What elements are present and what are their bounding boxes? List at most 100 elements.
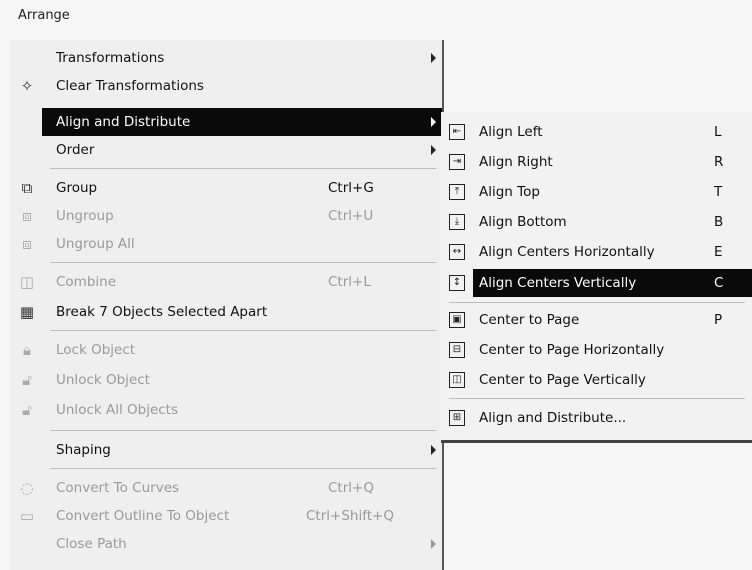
menu-item-label: Combine: [56, 274, 117, 290]
submenu-item-label: Center to Page: [479, 312, 580, 328]
menu-item-shortcut: Ctrl+U: [328, 208, 374, 224]
submenu-item-align-centers-horizontally[interactable]: ↔ Align Centers Horizontally E: [441, 238, 752, 266]
align-top-icon: ⤒: [445, 181, 469, 203]
align-right-icon: ⇥: [445, 151, 469, 173]
menu-item-label: Convert To Curves: [56, 480, 180, 496]
submenu-item-key: E: [714, 244, 723, 260]
menu-item-unlock-object[interactable]: 🔓︎ Unlock Object: [10, 366, 442, 394]
center-page-horizontally-icon: ⊟: [445, 339, 469, 361]
break-apart-icon: ▦: [19, 303, 35, 321]
menu-item-label: Align and Distribute: [56, 114, 191, 130]
align-left-icon: ⇤: [445, 121, 469, 143]
menu-item-label: Unlock All Objects: [56, 402, 179, 418]
menu-title[interactable]: Arrange: [18, 8, 70, 23]
menu-item-label: Group: [56, 180, 98, 196]
lock-icon: 🔒︎: [23, 341, 31, 359]
menu-item-label: Ungroup: [56, 208, 114, 224]
submenu-item-align-bottom[interactable]: ⤓ Align Bottom B: [441, 208, 752, 236]
submenu-item-align-and-distribute-dialog[interactable]: ⊞ Align and Distribute...: [441, 404, 752, 432]
unlock-all-icon: 🔓︎: [22, 401, 32, 419]
submenu-item-label: Center to Page Vertically: [479, 372, 646, 388]
submenu-item-key: R: [714, 154, 724, 170]
align-bottom-icon: ⤓: [445, 211, 469, 233]
submenu-item-key: T: [714, 184, 723, 200]
submenu-item-label: Align and Distribute...: [479, 410, 627, 426]
menu-item-shortcut: Ctrl+Shift+Q: [306, 508, 394, 524]
submenu-separator: [449, 398, 745, 399]
menu-item-convert-outline-to-object[interactable]: ▭ Convert Outline To Object Ctrl+Shift+Q: [10, 502, 442, 530]
submenu-item-align-top[interactable]: ⤒ Align Top T: [441, 178, 752, 206]
menu-item-order[interactable]: Order: [10, 136, 442, 164]
menu-item-label: Convert Outline To Object: [56, 508, 230, 524]
menu-item-label: Transformations: [56, 50, 165, 66]
submenu-item-key: B: [714, 214, 724, 230]
submenu-item-center-to-page-vertically[interactable]: ◫ Center to Page Vertically: [441, 366, 752, 394]
ungroup-icon: ⧈: [22, 207, 32, 225]
submenu-arrow-icon: [431, 539, 436, 549]
menu-item-align-and-distribute[interactable]: Align and Distribute: [42, 108, 442, 136]
center-to-page-icon: ▣: [445, 309, 469, 331]
menu-item-transformations[interactable]: Transformations: [10, 44, 442, 72]
menu-item-combine[interactable]: ◫ Combine Ctrl+L: [10, 268, 442, 296]
align-distribute-icon: ⊞: [445, 407, 469, 429]
menu-item-label: Order: [56, 142, 95, 158]
submenu-item-align-left[interactable]: ⇤ Align Left L: [441, 118, 752, 146]
submenu-item-label: Align Left: [479, 124, 543, 140]
submenu-item-label: Align Bottom: [479, 214, 567, 230]
submenu-item-key: P: [714, 312, 723, 328]
menu-item-shaping[interactable]: Shaping: [10, 436, 442, 464]
unlock-icon: 🔓︎: [22, 371, 32, 389]
menu-item-unlock-all-objects[interactable]: 🔓︎ Unlock All Objects: [10, 396, 442, 424]
menu-separator: [50, 262, 436, 263]
submenu-item-align-right[interactable]: ⇥ Align Right R: [441, 148, 752, 176]
menu-separator: [50, 468, 436, 469]
ungroup-all-icon: ⧈: [22, 235, 32, 253]
menu-item-ungroup[interactable]: ⧈ Ungroup Ctrl+U: [10, 202, 442, 230]
arrange-menu: Transformations ✧ Clear Transformations …: [10, 40, 444, 570]
submenu-arrow-icon: [431, 445, 436, 455]
submenu-arrow-icon: [431, 53, 436, 63]
menu-separator: [50, 430, 436, 431]
submenu-item-key: C: [714, 275, 724, 291]
menu-item-shortcut: Ctrl+L: [328, 274, 371, 290]
submenu-item-label: Align Centers Vertically: [479, 275, 637, 291]
menu-item-lock-object[interactable]: 🔒︎ Lock Object: [10, 336, 442, 364]
menu-item-label: Unlock Object: [56, 372, 150, 388]
menu-item-group[interactable]: ⧉ Group Ctrl+G: [10, 174, 442, 202]
align-centers-vertically-icon: ↕: [445, 272, 469, 294]
submenu-separator: [449, 302, 745, 303]
menu-item-clear-transformations[interactable]: ✧ Clear Transformations: [10, 72, 442, 100]
submenu-item-label: Align Right: [479, 154, 553, 170]
menu-separator: [50, 330, 436, 331]
menu-item-label: Ungroup All: [56, 236, 135, 252]
menu-item-shortcut: Ctrl+Q: [328, 480, 374, 496]
submenu-item-center-to-page-horizontally[interactable]: ⊟ Center to Page Horizontally: [441, 336, 752, 364]
outline-icon: ▭: [19, 507, 35, 525]
submenu-item-label: Align Centers Horizontally: [479, 244, 655, 260]
align-distribute-submenu: ⇤ Align Left L ⇥ Align Right R ⤒ Align T…: [441, 112, 752, 443]
submenu-item-center-to-page[interactable]: ▣ Center to Page P: [441, 306, 752, 334]
submenu-item-align-centers-vertically[interactable]: ↕ Align Centers Vertically C: [445, 269, 752, 297]
combine-icon: ◫: [19, 273, 35, 291]
menu-item-convert-to-curves[interactable]: ◌ Convert To Curves Ctrl+Q: [10, 474, 442, 502]
submenu-item-label: Align Top: [479, 184, 540, 200]
convert-curves-icon: ◌: [20, 479, 34, 497]
group-icon: ⧉: [21, 179, 33, 197]
clear-transform-icon: ✧: [20, 77, 34, 95]
menu-item-label: Close Path: [56, 536, 127, 552]
menu-separator: [50, 168, 436, 169]
menu-item-close-path[interactable]: Close Path: [10, 530, 442, 558]
submenu-item-label: Center to Page Horizontally: [479, 342, 665, 358]
submenu-arrow-icon: [431, 117, 436, 127]
center-page-vertically-icon: ◫: [445, 369, 469, 391]
align-centers-horizontally-icon: ↔: [445, 241, 469, 263]
submenu-item-key: L: [714, 124, 722, 140]
menu-item-ungroup-all[interactable]: ⧈ Ungroup All: [10, 230, 442, 258]
menu-item-label: Shaping: [56, 442, 111, 458]
submenu-arrow-icon: [431, 145, 436, 155]
menu-item-label: Break 7 Objects Selected Apart: [56, 304, 268, 320]
menu-item-break-apart[interactable]: ▦ Break 7 Objects Selected Apart: [10, 298, 442, 326]
menu-item-label: Clear Transformations: [56, 78, 204, 94]
menu-item-shortcut: Ctrl+G: [328, 180, 374, 196]
menu-item-label: Lock Object: [56, 342, 136, 358]
